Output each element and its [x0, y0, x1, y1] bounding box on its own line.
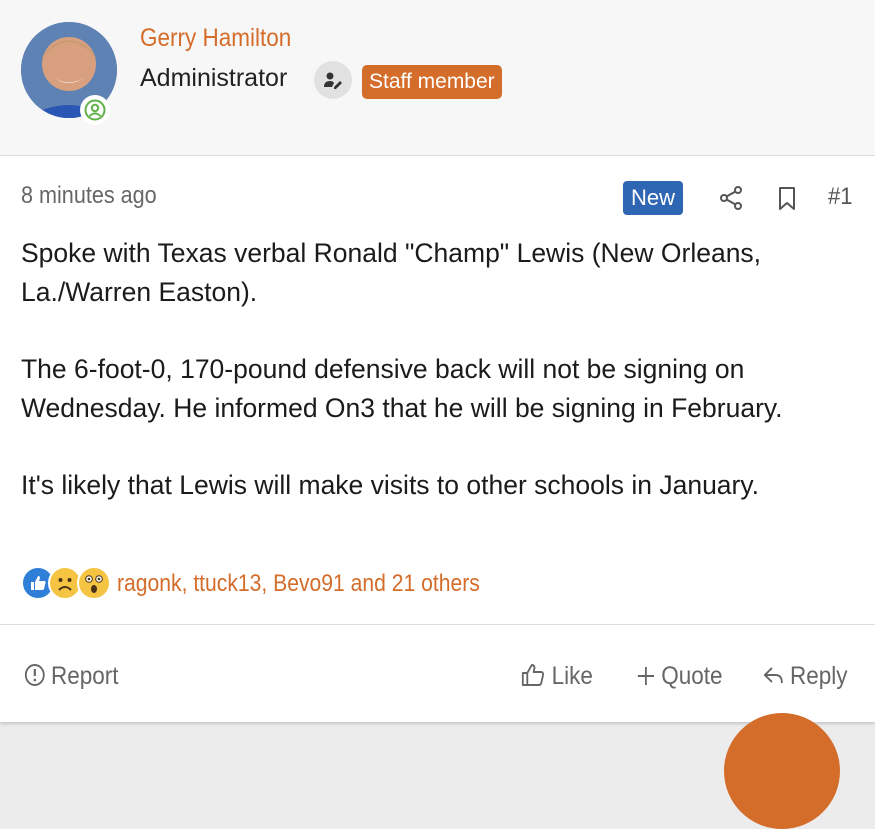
reply-arrow-icon — [763, 667, 783, 684]
staff-member-badge: Staff member — [362, 65, 502, 99]
post-paragraph: The 6-foot-0, 170-pound defensive back w… — [21, 354, 783, 423]
floating-action-button[interactable] — [724, 713, 840, 829]
plus-icon — [637, 667, 654, 685]
reply-button[interactable]: Reply — [763, 662, 848, 691]
post-number-link[interactable]: #1 — [828, 183, 853, 211]
report-label: Report — [51, 662, 119, 690]
username[interactable]: Gerry Hamilton — [140, 24, 291, 53]
user-title: Administrator — [140, 64, 288, 92]
wow-reaction-icon — [77, 566, 111, 600]
user-edit-icon — [314, 61, 352, 99]
post-paragraph: Spoke with Texas verbal Ronald "Champ" L… — [21, 238, 762, 307]
alert-circle-icon — [24, 664, 45, 686]
reaction-users-link[interactable]: ragonk, ttuck13, Bevo91 and 21 others — [117, 570, 480, 598]
post-time[interactable]: 8 minutes ago — [21, 182, 157, 210]
report-button[interactable]: Report — [24, 662, 119, 691]
new-badge: New — [623, 181, 684, 215]
reply-label: Reply — [790, 662, 848, 690]
post-author-header: Gerry Hamilton Administrator Staff membe… — [0, 0, 875, 156]
share-icon[interactable] — [718, 185, 744, 216]
quote-button[interactable]: Quote — [636, 662, 722, 691]
post-body: Spoke with Texas verbal Ronald "Champ" L… — [21, 234, 861, 544]
bookmark-icon[interactable] — [777, 186, 797, 217]
quote-label: Quote — [661, 662, 723, 690]
like-button[interactable]: Like — [521, 662, 593, 691]
online-user-icon — [80, 95, 110, 125]
post-card: 8 minutes ago New #1 Spoke with Texas ve… — [0, 156, 875, 722]
divider — [0, 624, 875, 625]
like-label: Like — [551, 662, 593, 690]
post-paragraph: It's likely that Lewis will make visits … — [21, 470, 760, 500]
thumbs-up-icon — [521, 664, 545, 686]
